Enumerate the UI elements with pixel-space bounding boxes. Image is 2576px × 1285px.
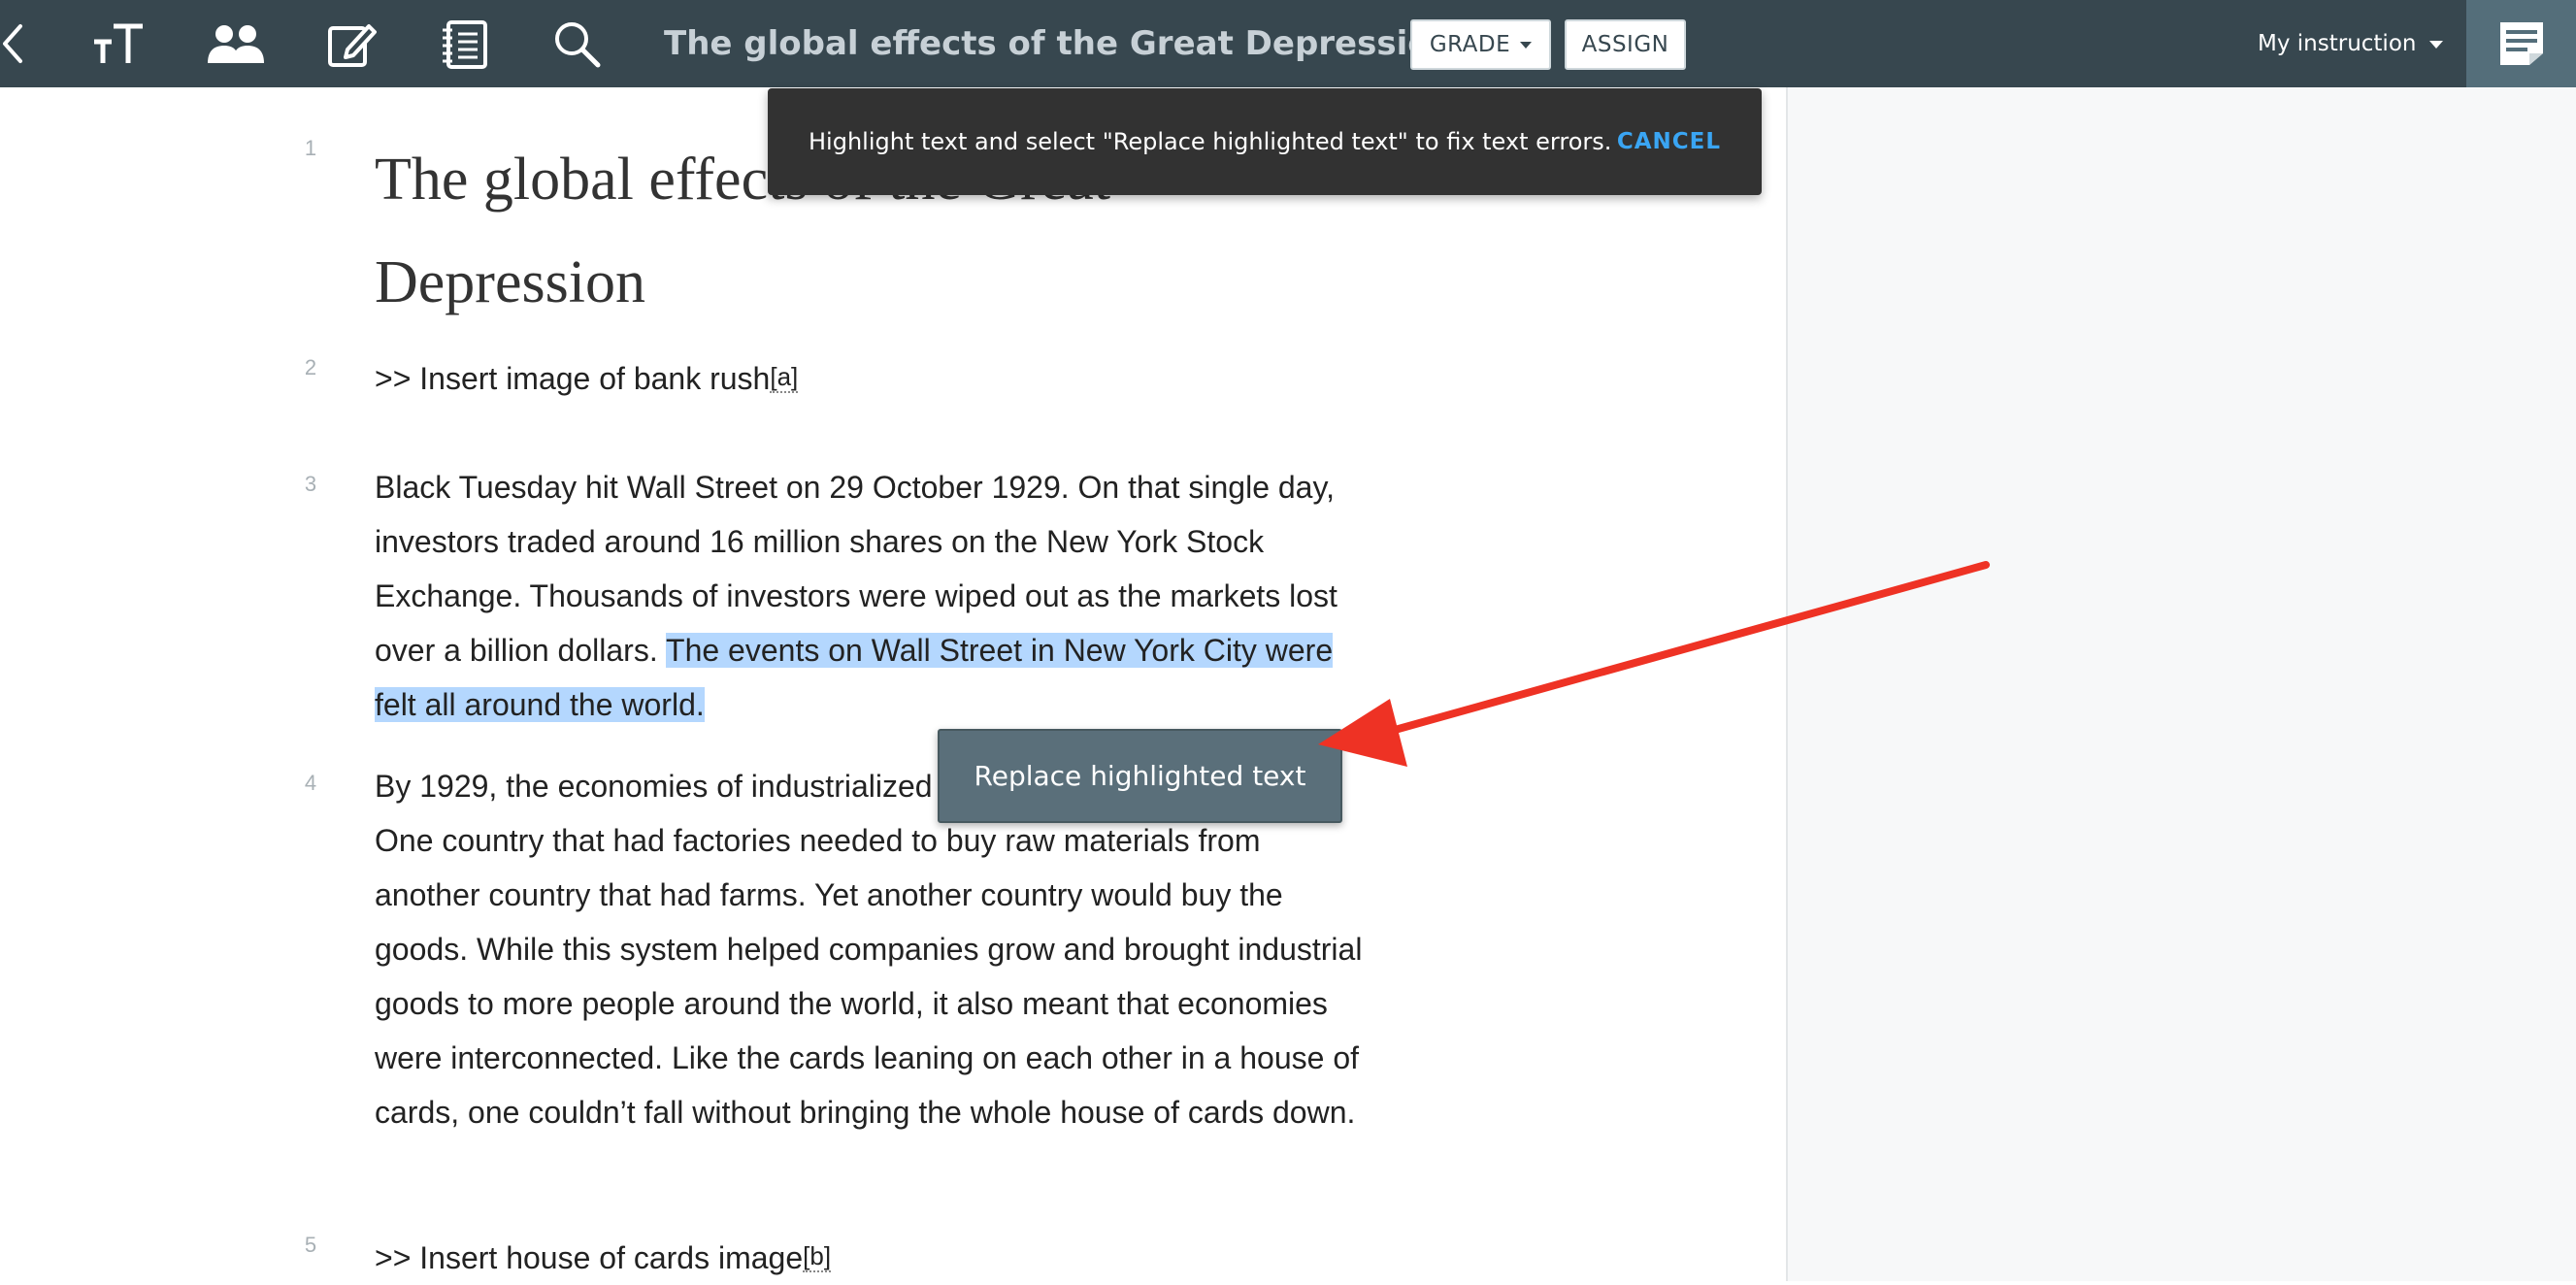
annotation-arrow-icon [1318,561,1990,767]
